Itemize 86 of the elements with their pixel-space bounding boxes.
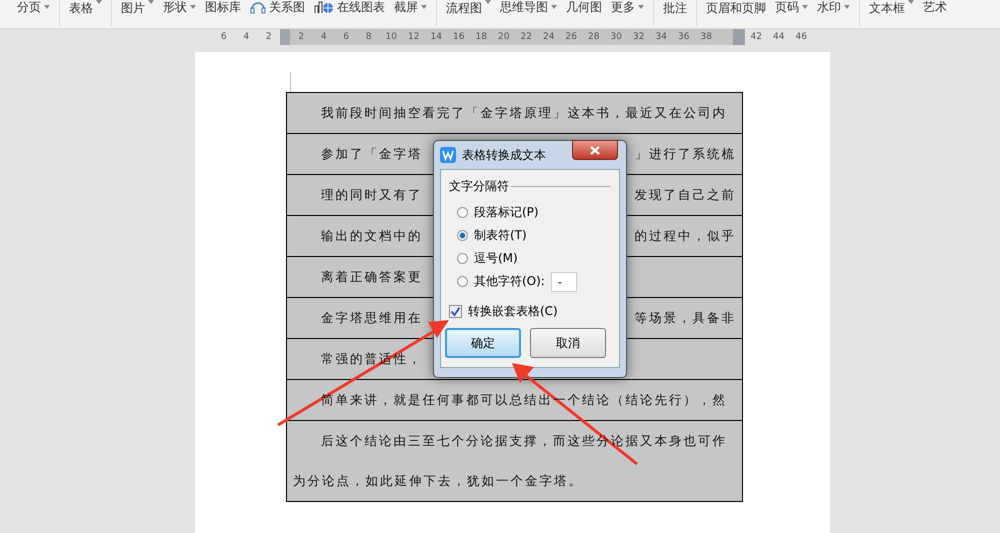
cancel-button[interactable]: 取消 <box>530 328 606 358</box>
close-icon <box>590 146 600 154</box>
ruler-number: 30 <box>610 32 623 42</box>
toolbar-button[interactable]: 在线图表 <box>314 0 385 14</box>
checkbox[interactable] <box>449 305 462 318</box>
cell-text: 的过程中，似乎 <box>634 228 736 244</box>
option-label[interactable]: 制表符(T) <box>474 227 527 244</box>
ruler-number: 32 <box>632 32 646 42</box>
ruler-number: 14 <box>430 32 443 42</box>
cell-text: 等场景，具备非 <box>634 310 736 326</box>
caret-icon <box>96 0 102 4</box>
ruler-number: 24 <box>542 32 556 42</box>
toolbar-button[interactable]: 批注 <box>653 0 687 26</box>
caret-icon <box>485 0 491 4</box>
caret-icon <box>148 0 154 4</box>
ruler-number: 34 <box>654 32 668 42</box>
toolbar-button[interactable]: 几何图 <box>566 0 602 14</box>
caret-icon <box>44 5 50 9</box>
ruler-number: 18 <box>474 32 488 42</box>
ruler-number: 4 <box>320 32 328 42</box>
radio-button[interactable] <box>457 207 468 218</box>
cell-text: 发现了自己之前 <box>634 186 736 204</box>
toolbar-button[interactable]: 表格 <box>59 0 102 26</box>
close-button[interactable] <box>572 140 618 160</box>
cell-text: 离着正确答案更 <box>320 268 422 286</box>
ruler-number: 6 <box>220 32 228 42</box>
ruler-number: 20 <box>497 32 510 42</box>
cell-text: 」进行了系统梳 <box>634 146 736 162</box>
option-label[interactable]: 段落标记(P) <box>474 204 539 221</box>
ruler-number: 44 <box>772 32 786 42</box>
headset-icon <box>250 0 266 14</box>
toolbar-button[interactable]: 页眉和页脚 <box>696 0 766 26</box>
caret-icon <box>551 5 557 9</box>
caret-icon <box>844 5 850 9</box>
toolbar-button[interactable]: 图标库 <box>205 0 241 14</box>
input-field[interactable]: - <box>550 272 577 292</box>
toolbar-button[interactable]: 分页 <box>17 0 50 14</box>
ruler-number: 36 <box>677 32 690 42</box>
cell-text: 参加了「金字塔 <box>320 146 422 162</box>
cell-text: 金字塔思维用在 <box>320 310 422 326</box>
toolbar-button[interactable]: 文本框 <box>859 0 914 26</box>
ruler-number: 16 <box>452 32 466 42</box>
toolbar-button[interactable]: 页码 <box>775 0 808 14</box>
ruler-number: 12 <box>407 32 420 42</box>
ruler-number: 2 <box>297 32 306 42</box>
ruler-number: 10 <box>384 32 398 42</box>
caret-icon <box>421 5 427 9</box>
radio-button[interactable] <box>457 276 468 287</box>
ruler-number: 8 <box>364 32 373 42</box>
caret-icon <box>190 5 196 9</box>
app-icon <box>440 147 456 163</box>
ruler-number: 26 <box>564 32 578 42</box>
column-marker[interactable] <box>733 29 745 45</box>
toolbar-button[interactable]: 更多 <box>611 0 644 14</box>
cell-text: 输出的文档中的 <box>320 228 422 244</box>
cell-text: 后这个结论由三至七个分论据支撑，而这些分论据又本身也可作为分论点，如此延伸下去，犹如一个金字塔。 <box>293 432 728 490</box>
cell-text: 我前段时间抽空看完了「金字塔原理」这本书，最近又在公司内 <box>320 104 727 122</box>
toolbar-button[interactable]: 思维导图 <box>500 0 557 14</box>
ruler-number: 38 <box>700 32 713 42</box>
toolbar-button[interactable]: 水印 <box>817 0 850 14</box>
option-label[interactable]: 逗号(M) <box>474 250 518 267</box>
ruler-number: 4 <box>242 32 250 42</box>
toolbar-button[interactable]: 形状 <box>163 0 196 14</box>
toolbar-button[interactable]: 截屏 <box>394 0 427 14</box>
radio-button[interactable] <box>457 230 468 241</box>
toolbar-button[interactable]: 关系图 <box>250 0 305 14</box>
toolbar-button[interactable]: 图片 <box>111 0 154 26</box>
checkbox-label[interactable]: 转换嵌套表格(C) <box>468 303 558 320</box>
radio-button[interactable] <box>457 253 468 264</box>
group-label: 文字分隔符 <box>449 178 509 195</box>
ruler-number: 2 <box>264 32 273 42</box>
caret-icon <box>802 5 808 9</box>
toolbar-button[interactable]: 流程图 <box>436 0 491 26</box>
cell-text: 理的同时又有了 <box>320 186 422 204</box>
caret-icon <box>908 0 914 4</box>
ruler-number: 42 <box>750 32 763 42</box>
ruler-number: 6 <box>342 32 350 42</box>
option-label[interactable]: 其他字符(O): <box>474 273 545 290</box>
ruler-number: 46 <box>794 32 808 42</box>
ruler-number: 28 <box>587 32 600 42</box>
toolbar-button[interactable]: 艺术 <box>923 0 947 14</box>
caret-icon <box>638 5 644 9</box>
ok-button[interactable]: 确定 <box>445 328 521 358</box>
indent-marker[interactable] <box>280 29 290 45</box>
ruler-number: 22 <box>520 32 533 42</box>
dialog-title: 表格转换成文本 <box>462 146 546 164</box>
